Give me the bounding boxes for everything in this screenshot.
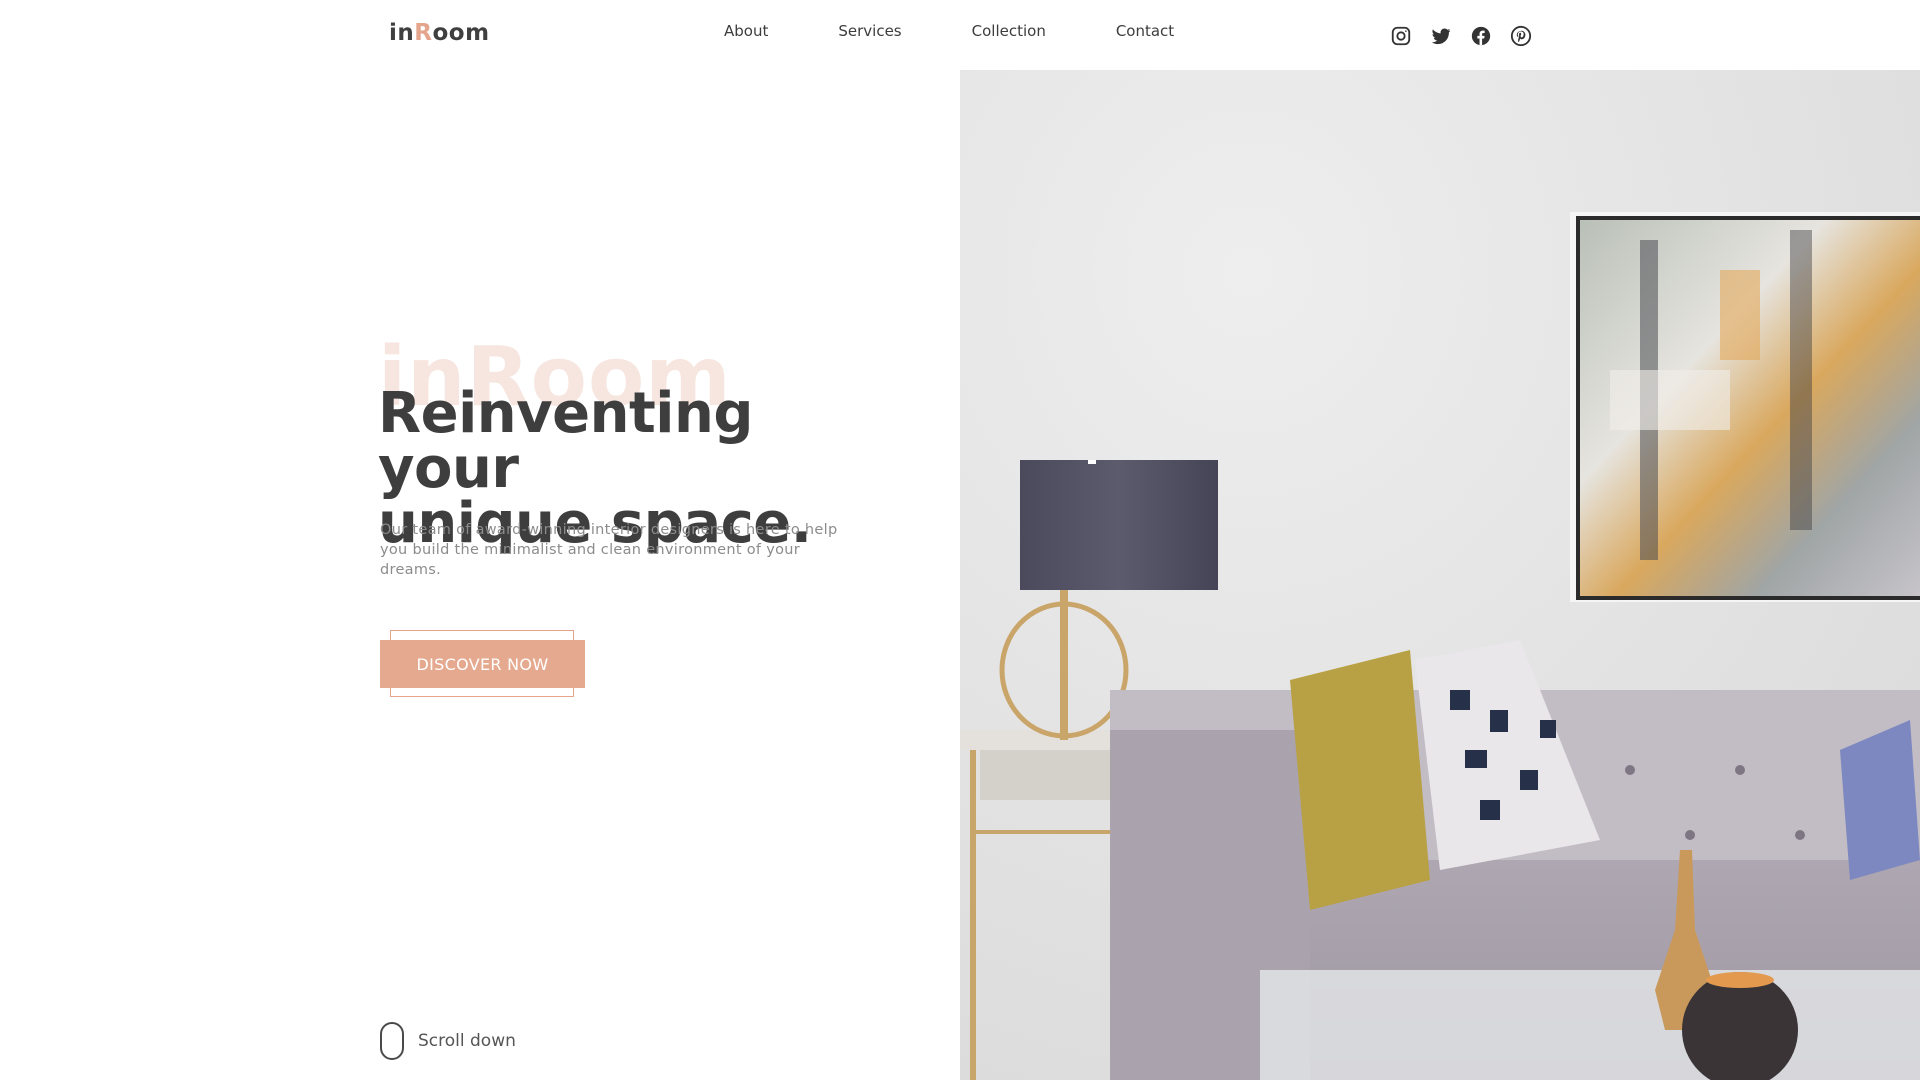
hero-subtext: Our team of award-winning interior desig… — [380, 522, 838, 578]
nav-collection[interactable]: Collection — [972, 22, 1046, 40]
logo-accent-letter: R — [414, 20, 433, 46]
twitter-icon[interactable] — [1429, 24, 1453, 48]
nav-about[interactable]: About — [724, 22, 768, 40]
nav-services[interactable]: Services — [838, 22, 901, 40]
headline-line-1: Reinventing your — [378, 381, 753, 501]
logo-part-oom: oom — [432, 20, 490, 46]
main-nav: About Services Collection Contact — [724, 22, 1174, 40]
scroll-down[interactable]: Scroll down — [380, 1022, 516, 1060]
nav-contact[interactable]: Contact — [1116, 22, 1174, 40]
discover-now-button[interactable]: DISCOVER NOW — [380, 640, 585, 688]
mouse-icon — [380, 1022, 404, 1060]
social-links — [1389, 24, 1549, 48]
instagram-icon[interactable] — [1389, 24, 1413, 48]
logo-part-in: in — [389, 20, 415, 46]
living-room-photo — [960, 70, 1920, 1080]
logo[interactable]: inRoom — [389, 20, 490, 46]
scroll-down-label: Scroll down — [418, 1031, 516, 1051]
pinterest-icon[interactable] — [1509, 24, 1533, 48]
facebook-icon[interactable] — [1469, 24, 1493, 48]
